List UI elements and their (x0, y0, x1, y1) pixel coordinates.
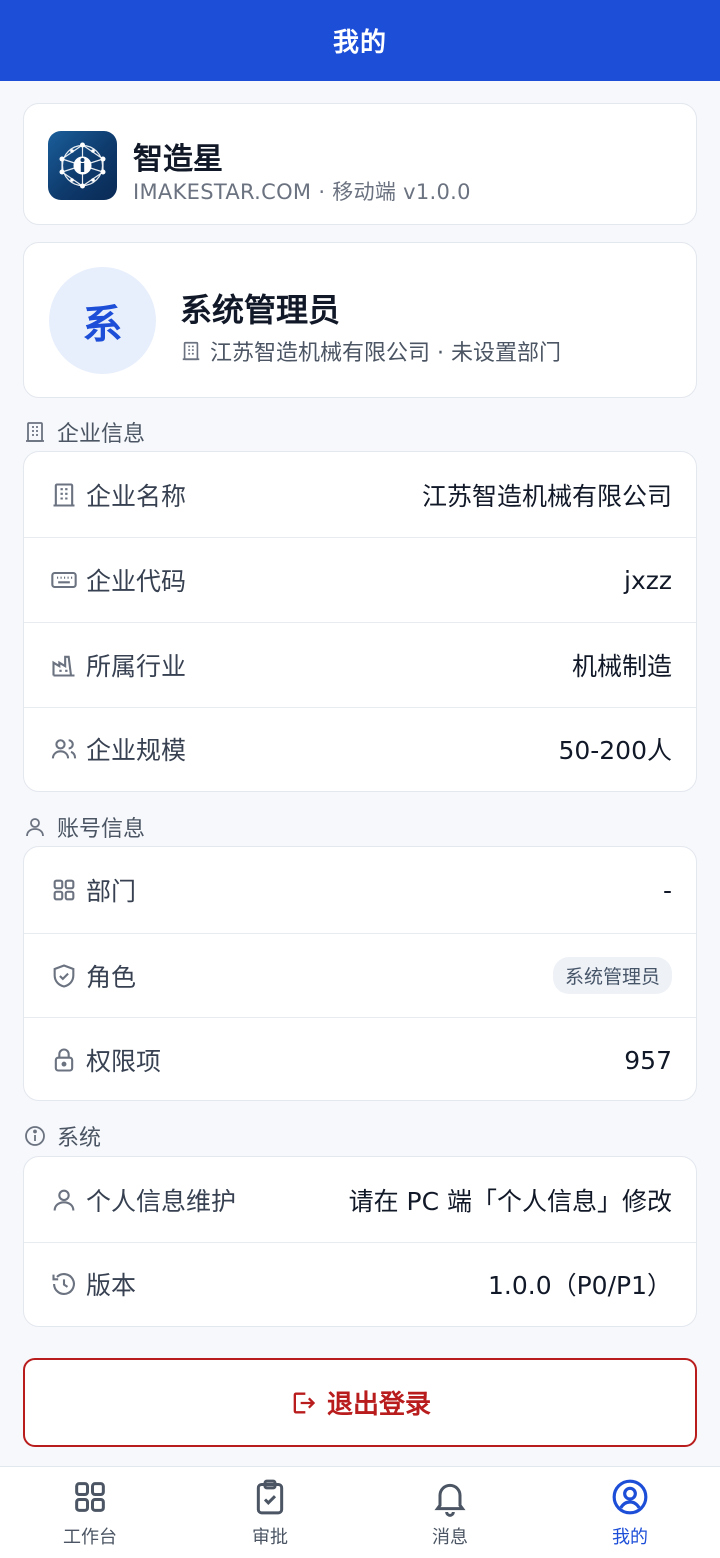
row-value: 江苏智造机械有限公司 (421, 481, 672, 511)
row-value: jxzz (624, 565, 672, 595)
section-label-account: 账号信息 (23, 811, 145, 843)
tab-workbench[interactable]: 工作台 (0, 1467, 180, 1558)
bell-icon (434, 1483, 466, 1517)
row-value: 机械制造 (571, 652, 672, 681)
list-item-industry: 所属行业 机械制造 (24, 623, 696, 708)
user-circle-icon (612, 1479, 648, 1514)
building-icon (182, 341, 200, 361)
bottom-tab-bar: 工作台 审批 消息 我的 (0, 1466, 720, 1558)
logout-icon (293, 1392, 316, 1413)
row-label: 部门 (86, 877, 137, 906)
row-value: 50-200人 (558, 736, 672, 765)
tab-label: 工作台 (63, 1526, 117, 1548)
row-value: - (662, 875, 672, 905)
row-label: 所属行业 (86, 652, 187, 681)
keyboard-icon (51, 571, 77, 589)
brand-name: 智造星 (133, 142, 223, 177)
top-bar: 我的 (0, 0, 720, 81)
tab-label: 我的 (612, 1526, 648, 1548)
row-label: 个人信息维护 (86, 1186, 237, 1216)
system-card: 个人信息维护 请在 PC 端「个人信息」修改 版本 1.0.0（P0/P1） (23, 1156, 697, 1327)
logout-button[interactable]: 退出登录 (23, 1358, 697, 1447)
list-item-department: 部门 - (24, 847, 696, 934)
user-name: 系统管理员 (180, 291, 341, 329)
lock-icon (54, 1048, 74, 1072)
tab-messages[interactable]: 消息 (360, 1467, 540, 1558)
section-label-system: 系统 (23, 1120, 101, 1152)
tab-label: 消息 (432, 1526, 468, 1548)
account-info-card: 部门 - 角色 系统管理员 权限项 957 (23, 846, 697, 1101)
tab-label: 审批 (252, 1526, 288, 1548)
logout-label: 退出登录 (326, 1390, 431, 1420)
user-org-text: 江苏智造机械有限公司 · 未设置部门 (210, 341, 561, 366)
clipboard-check-icon (256, 1479, 284, 1514)
history-icon (52, 1273, 75, 1295)
user-org: 江苏智造机械有限公司 · 未设置部门 (180, 335, 561, 367)
list-item-enterprise-name: 企业名称 江苏智造机械有限公司 (24, 452, 696, 538)
building-icon (26, 422, 44, 442)
building-icon (53, 482, 75, 507)
users-icon (51, 739, 77, 759)
row-label: 版本 (86, 1271, 137, 1300)
list-item-permissions: 权限项 957 (24, 1018, 696, 1102)
section-title: 账号信息 (57, 817, 146, 842)
section-label-enterprise: 企业信息 (23, 416, 145, 448)
row-label: 权限项 (86, 1047, 162, 1076)
tab-approval[interactable]: 审批 (180, 1467, 360, 1558)
user-profile-card: 系 系统管理员 江苏智造机械有限公司 · 未设置部门 (23, 242, 697, 398)
list-item-personal-info[interactable]: 个人信息维护 请在 PC 端「个人信息」修改 (24, 1157, 696, 1243)
row-label: 企业规模 (86, 736, 187, 765)
brand-card: 智造星 IMAKESTAR.COM · 移动端 v1.0.0 (23, 103, 697, 225)
brand-subtitle: IMAKESTAR.COM · 移动端 v1.0.0 (133, 180, 471, 204)
enterprise-info-card: 企业名称 江苏智造机械有限公司 企业代码 jxzz 所属行业 机械制造 企业规模… (23, 451, 697, 792)
row-label: 企业代码 (86, 567, 187, 596)
grid-icon (75, 1481, 105, 1512)
row-value: 1.0.0（P0/P1） (488, 1271, 672, 1300)
factory-icon (52, 655, 75, 677)
user-icon (53, 1189, 75, 1211)
row-label: 角色 (86, 962, 137, 992)
status-badge: 系统管理员 (552, 957, 672, 994)
row-label: 企业名称 (86, 481, 187, 511)
section-title: 系统 (57, 1126, 102, 1151)
info-icon (25, 1126, 45, 1146)
list-item-enterprise-scale: 企业规模 50-200人 (24, 708, 696, 790)
user-icon (26, 818, 44, 837)
avatar-char: 系 (82, 301, 123, 348)
row-value: 957 (624, 1045, 672, 1075)
avatar: 系 (49, 267, 156, 374)
list-item-role: 角色 系统管理员 (24, 934, 696, 1018)
shield-check-icon (53, 963, 75, 988)
list-item-version: 版本 1.0.0（P0/P1） (24, 1243, 696, 1325)
grid-icon (53, 879, 75, 901)
tab-mine[interactable]: 我的 (540, 1467, 720, 1558)
list-item-enterprise-code: 企业代码 jxzz (24, 538, 696, 623)
section-title: 企业信息 (57, 422, 146, 447)
page-title: 我的 (332, 28, 387, 58)
row-value: 请在 PC 端「个人信息」修改 (348, 1186, 672, 1216)
network-logo-icon (48, 131, 117, 200)
